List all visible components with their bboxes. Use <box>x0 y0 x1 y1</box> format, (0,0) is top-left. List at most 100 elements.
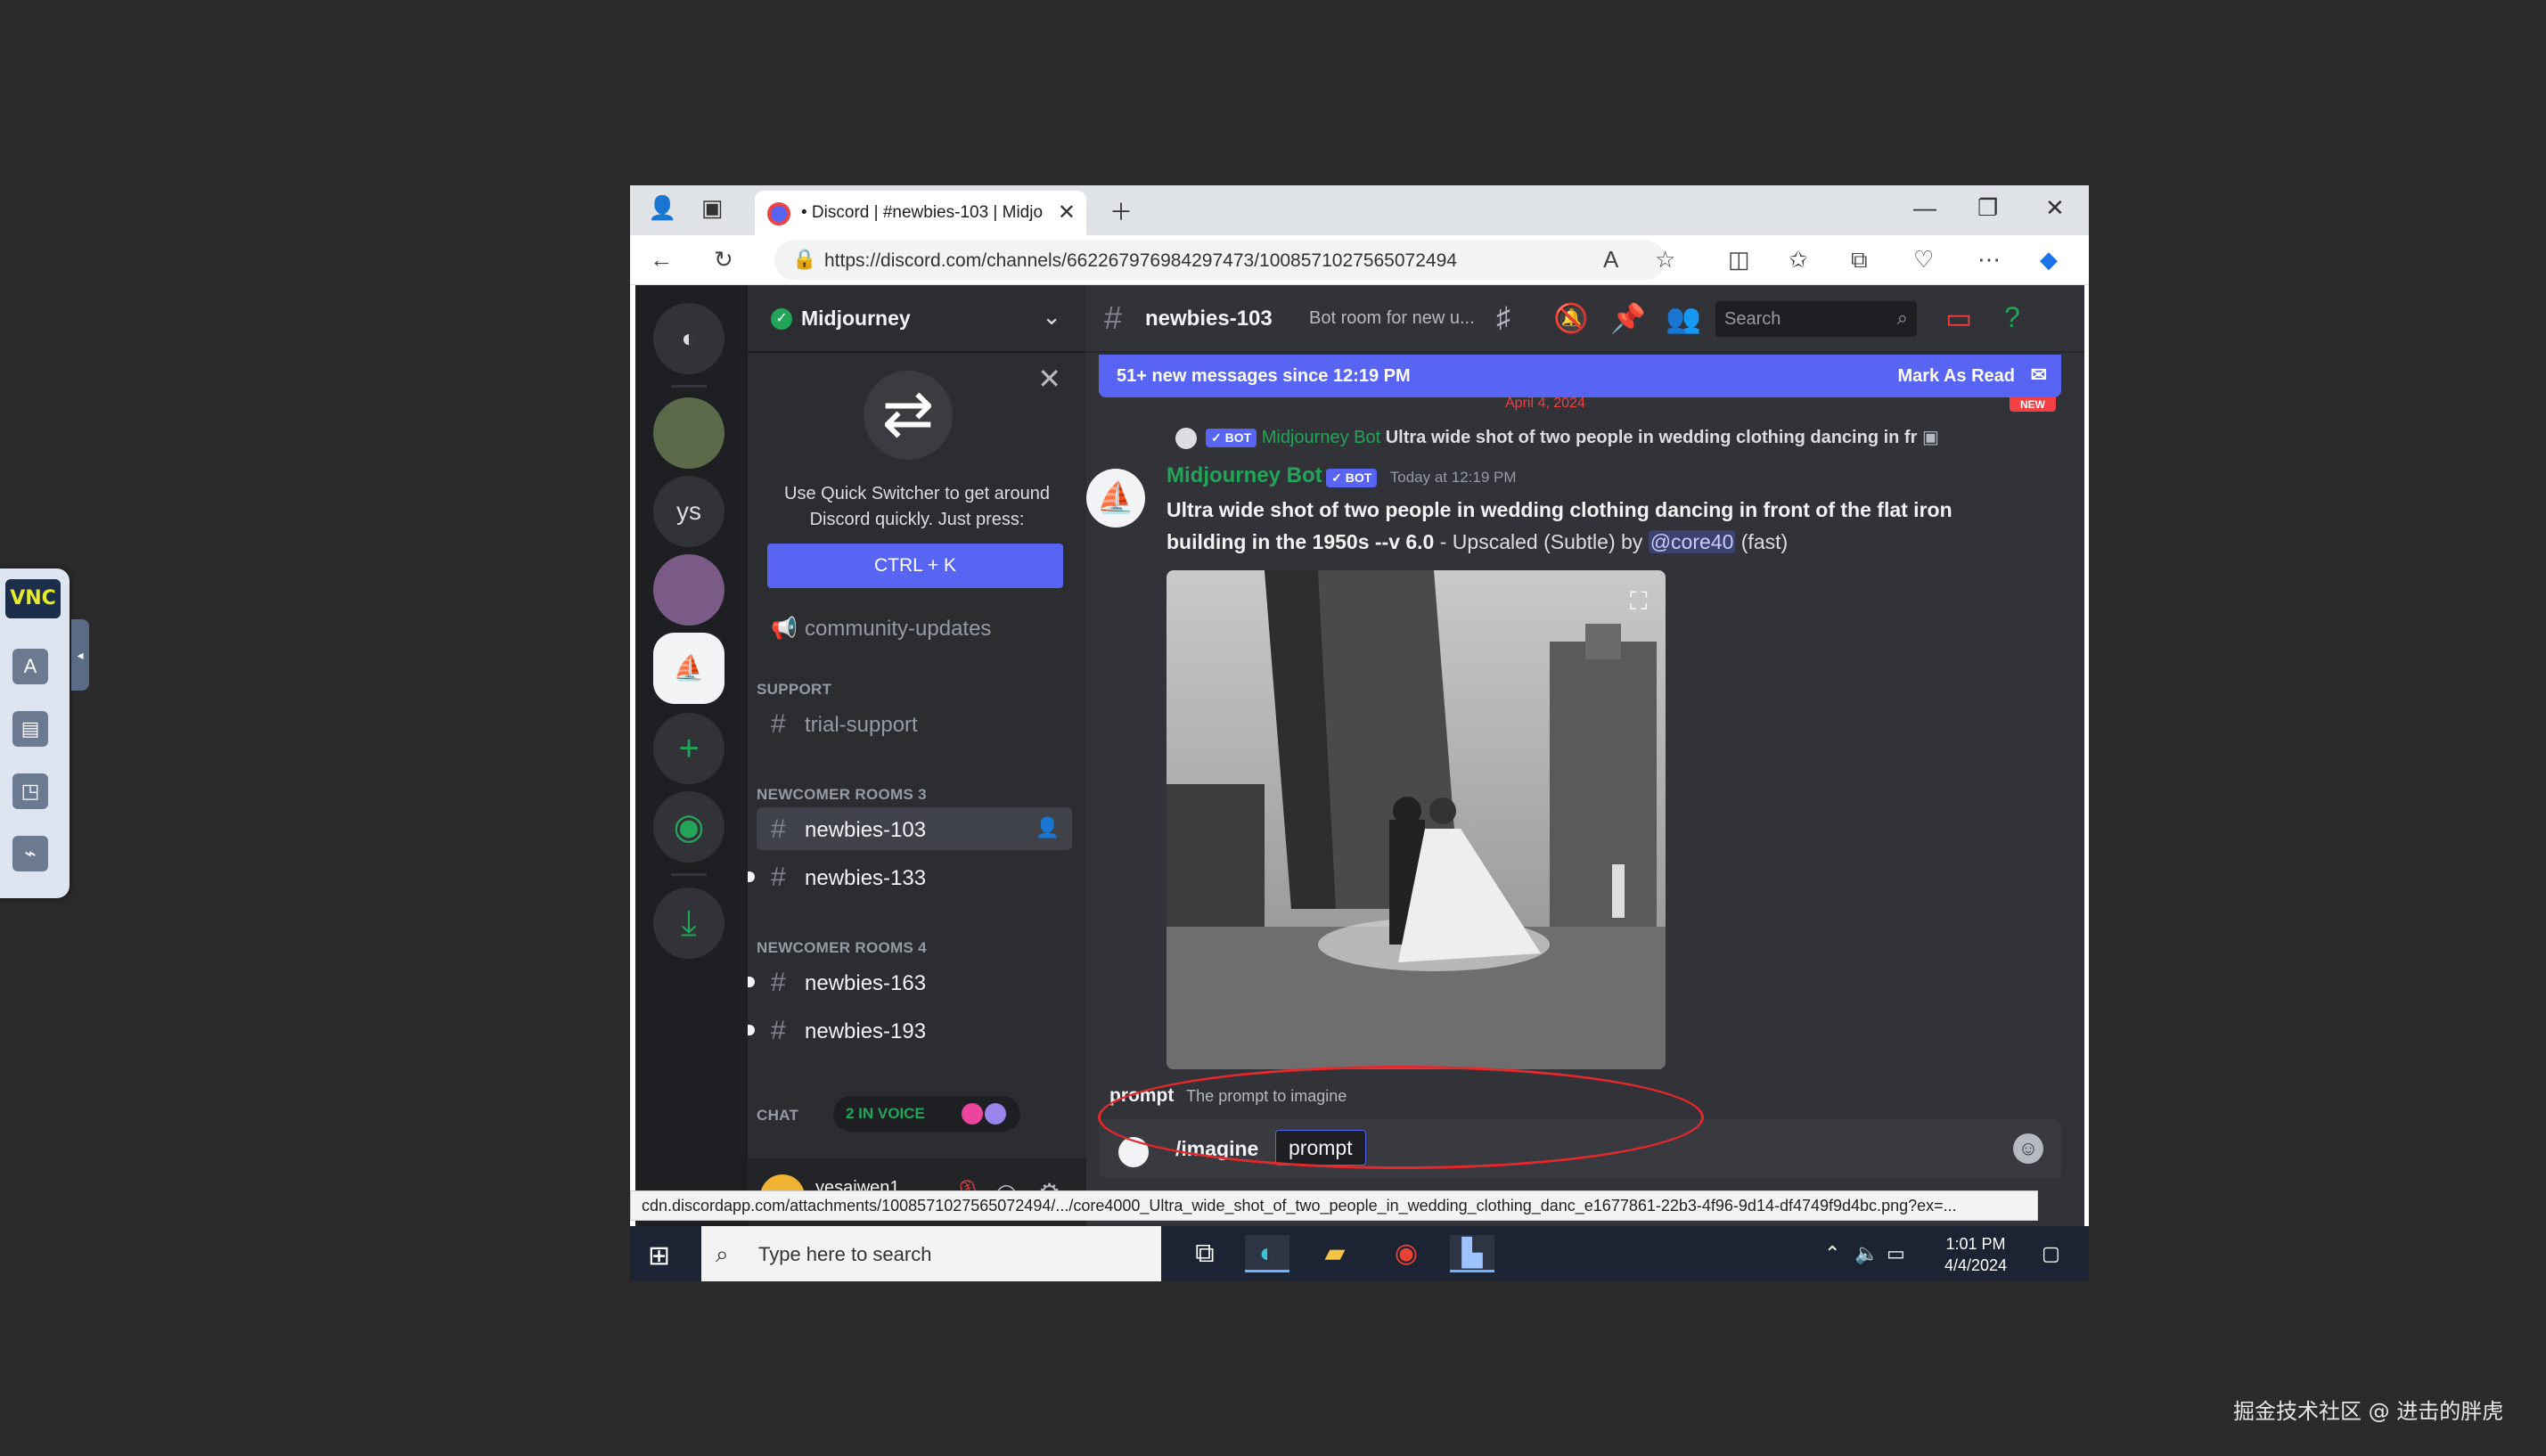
windows-start-icon[interactable]: ⊞ <box>648 1240 670 1272</box>
close-icon[interactable]: ✕ <box>1037 362 1061 396</box>
channel-trial-support[interactable]: # trial-support <box>757 702 1072 745</box>
watermark: 掘金技术社区 @ 进击的胖虎 <box>2233 1399 2504 1424</box>
back-icon[interactable]: ← <box>650 246 673 274</box>
minimize-icon[interactable]: — <box>1913 194 1936 222</box>
svg-text:⛶: ⛶ <box>1630 586 1648 616</box>
voice-avatar <box>962 1103 983 1125</box>
bot-tag-text: BOT <box>1224 430 1252 446</box>
restore-icon[interactable]: ❐ <box>1977 194 1998 222</box>
new-tab-icon[interactable]: ＋ <box>1109 194 1133 227</box>
taskbar-search[interactable]: ⌕ Type here to search <box>701 1226 1161 1281</box>
app-window-icon[interactable]: ▙ <box>1450 1235 1494 1272</box>
category-support[interactable]: SUPPORT <box>757 681 831 699</box>
help-icon[interactable]: ? <box>2004 301 2020 334</box>
download-apps-icon[interactable]: ⤓ <box>653 888 725 959</box>
clock-date: 4/4/2024 <box>1944 1256 2008 1274</box>
collections-icon[interactable]: ⧉ <box>1851 246 1868 274</box>
invite-user-icon[interactable]: 👤 <box>1036 816 1060 839</box>
notification-icon[interactable]: ▢ <box>2042 1242 2060 1265</box>
novnc-handle[interactable]: ◂ <box>71 619 89 691</box>
channel-label: trial-support <box>805 713 918 737</box>
threads-icon[interactable]: ♯ <box>1496 301 1510 334</box>
file-explorer-icon[interactable]: ▰ <box>1313 1235 1357 1272</box>
ctrl-k-button[interactable]: CTRL + K <box>767 544 1063 588</box>
clock[interactable]: 1:01 PM 4/4/2024 <box>1931 1233 2020 1276</box>
network-icon[interactable]: ▭ <box>1887 1242 1905 1265</box>
user-mention[interactable]: @core40 <box>1648 530 1736 553</box>
notification-bell-icon[interactable]: 🔕 <box>1553 301 1589 335</box>
channel-newbies-133[interactable]: # newbies-133 <box>748 855 1072 898</box>
clipboard-icon[interactable]: ▤ <box>12 711 48 747</box>
read-aloud-icon[interactable]: A <box>1603 246 1618 274</box>
reply-text: Ultra wide shot of two people in wedding… <box>1385 428 1918 447</box>
new-tag: NEW <box>2010 397 2056 412</box>
search-input[interactable]: Search ⌕ <box>1715 301 1917 337</box>
channel-newbies-103[interactable]: # newbies-103 👤 <box>757 807 1072 850</box>
favorites-icon[interactable]: ✩ <box>1789 246 1808 274</box>
emoji-icon[interactable]: ☺ <box>2013 1133 2043 1164</box>
explore-servers-icon[interactable]: ◉ <box>653 791 725 863</box>
channel-community-updates[interactable]: 📢 community-updates <box>757 606 1072 649</box>
voice-count: 2 IN VOICE <box>846 1105 925 1122</box>
more-icon[interactable]: ⋯ <box>1977 246 2001 274</box>
copilot-icon[interactable]: ◆ <box>2040 246 2058 274</box>
swap-arrows-icon: ⇄ <box>864 371 953 460</box>
url-field[interactable]: 🔒 https://discord.com/channels/662267976… <box>774 241 1666 280</box>
image-icon: ▣ <box>1921 428 1939 447</box>
close-tab-icon[interactable]: ✕ <box>1058 200 1076 225</box>
server-midjourney[interactable]: ⛵ <box>653 633 725 704</box>
mark-as-read-button[interactable]: Mark As Read <box>1897 366 2015 387</box>
novnc-logo: VNC <box>5 579 61 618</box>
search-icon: ⌕ <box>1896 307 1908 329</box>
hash-icon: # <box>771 863 786 892</box>
refresh-icon[interactable]: ↻ <box>714 246 733 274</box>
member-list-icon[interactable]: 👥 <box>1666 301 1701 335</box>
guild-header[interactable]: ✓ Midjourney ⌄ <box>748 285 1086 353</box>
server-ys-label: ys <box>676 497 701 525</box>
browser-essentials-icon[interactable]: ♡ <box>1913 246 1934 274</box>
discord-favicon-icon <box>767 202 790 225</box>
split-screen-icon[interactable]: ◫ <box>1728 246 1750 274</box>
server-avatar-photo[interactable] <box>653 397 725 469</box>
quick-switcher-tip: ✕ ⇄ Use Quick Switcher to get around Dis… <box>748 353 1086 602</box>
fullscreen-icon[interactable]: ◳ <box>12 773 48 809</box>
tray-chevron-icon[interactable]: ⌃ <box>1824 1242 1840 1265</box>
bot-avatar[interactable]: ⛵ <box>1086 469 1145 528</box>
profile-icon[interactable]: 👤 <box>648 194 676 222</box>
task-view-icon[interactable]: ⧉ <box>1183 1235 1227 1272</box>
channel-newbies-193[interactable]: # newbies-193 <box>748 1009 1072 1051</box>
close-window-icon[interactable]: ✕ <box>2045 194 2065 222</box>
inbox-icon[interactable]: ▭ <box>1945 301 1972 335</box>
hash-icon: # <box>1104 299 1123 336</box>
disconnect-icon[interactable]: ⌁ <box>12 836 48 871</box>
generated-image[interactable]: ⛶ <box>1167 570 1666 1069</box>
hash-icon: # <box>771 709 786 739</box>
add-server-icon[interactable]: + <box>653 713 725 784</box>
category-newcomer-rooms-3[interactable]: NEWCOMER ROOMS 3 <box>757 786 927 804</box>
new-messages-text: 51+ new messages since 12:19 PM <box>1117 366 1411 386</box>
message-author[interactable]: Midjourney Bot <box>1167 463 1322 487</box>
edge-icon[interactable]: ◐ <box>1245 1235 1289 1272</box>
lock-icon[interactable]: 🔒 <box>792 248 816 271</box>
category-chat[interactable]: CHAT <box>757 1107 798 1125</box>
server-list: ◐ ys ⛵ + ◉ ⤓ <box>635 285 748 1228</box>
channel-topic[interactable]: Bot room for new u... <box>1309 308 1475 329</box>
voice-badge[interactable]: 2 IN VOICE <box>833 1096 1020 1132</box>
pin-icon[interactable]: 📌 <box>1610 301 1646 335</box>
server-avatar-flowers[interactable] <box>653 554 725 626</box>
category-newcomer-rooms-4[interactable]: NEWCOMER ROOMS 4 <box>757 939 927 957</box>
keyboard-icon[interactable]: A <box>12 649 48 684</box>
reply-preview[interactable]: ✓ BOT Midjourney Bot Ultra wide shot of … <box>1175 424 2067 454</box>
server-ys[interactable]: ys <box>653 476 725 547</box>
discord-home-icon[interactable]: ◐ <box>653 303 725 374</box>
volume-icon[interactable]: 🔈 <box>1854 1242 1879 1265</box>
browser-tab[interactable]: • Discord | #newbies-103 | Midjo ✕ <box>755 191 1086 235</box>
channel-newbies-163[interactable]: # newbies-163 <box>748 961 1072 1003</box>
new-messages-bar[interactable]: 51+ new messages since 12:19 PM Mark As … <box>1099 355 2061 397</box>
message-timestamp: Today at 12:19 PM <box>1389 469 1517 486</box>
channel-label: newbies-133 <box>805 866 927 890</box>
favorite-star-icon[interactable]: ☆ <box>1655 246 1675 274</box>
message-suffix: - Upscaled (Subtle) by <box>1434 530 1649 553</box>
chrome-icon[interactable]: ◉ <box>1384 1235 1429 1272</box>
tab-actions-icon[interactable]: ▣ <box>701 194 724 222</box>
